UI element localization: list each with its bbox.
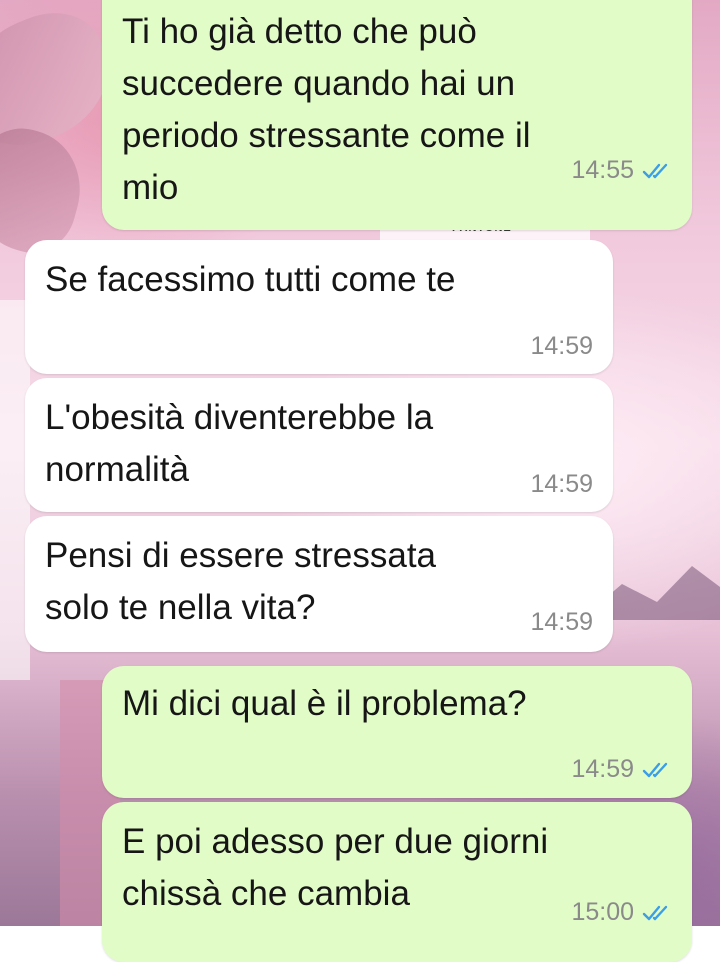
message-text: L'obesità diventerebbe la normalità: [45, 398, 434, 489]
double-check-icon: [642, 905, 668, 920]
message-timestamp: 15:00: [571, 898, 634, 926]
message-bubble-outgoing[interactable]: Ti ho già detto che può succedere quando…: [102, 0, 692, 230]
message-meta: 15:00: [571, 898, 672, 927]
message-timestamp: 14:59: [530, 470, 593, 498]
message-bubble-outgoing[interactable]: E poi adesso per due giorni chissà che c…: [102, 802, 692, 962]
message-text: Ti ho già detto che può succedere quando…: [122, 12, 531, 207]
message-text: Se facessimo tutti come te: [45, 260, 456, 299]
message-text: E poi adesso per due giorni chissà che c…: [122, 822, 549, 913]
message-meta: 14:59: [571, 755, 672, 784]
message-bubble-incoming[interactable]: L'obesità diventerebbe la normalità 14:5…: [25, 378, 613, 512]
message-meta: 14:59: [530, 470, 593, 499]
message-bubble-outgoing[interactable]: Mi dici qual è il problema? 14:59: [102, 666, 692, 798]
message-meta: 14:55: [571, 156, 672, 185]
message-meta: 14:59: [530, 608, 593, 637]
message-timestamp: 14:55: [571, 156, 634, 184]
message-timestamp: 14:59: [530, 332, 593, 360]
message-timestamp: 14:59: [530, 608, 593, 636]
message-text: Mi dici qual è il problema?: [122, 684, 527, 723]
message-timestamp: 14:59: [571, 755, 634, 783]
message-bubble-incoming[interactable]: Pensi di essere stressata solo te nella …: [25, 516, 613, 652]
message-text: Pensi di essere stressata solo te nella …: [45, 536, 437, 627]
message-meta: 14:59: [530, 332, 593, 361]
message-bubble-incoming[interactable]: Se facessimo tutti come te 14:59: [25, 240, 613, 374]
double-check-icon: [642, 163, 668, 178]
double-check-icon: [642, 762, 668, 777]
